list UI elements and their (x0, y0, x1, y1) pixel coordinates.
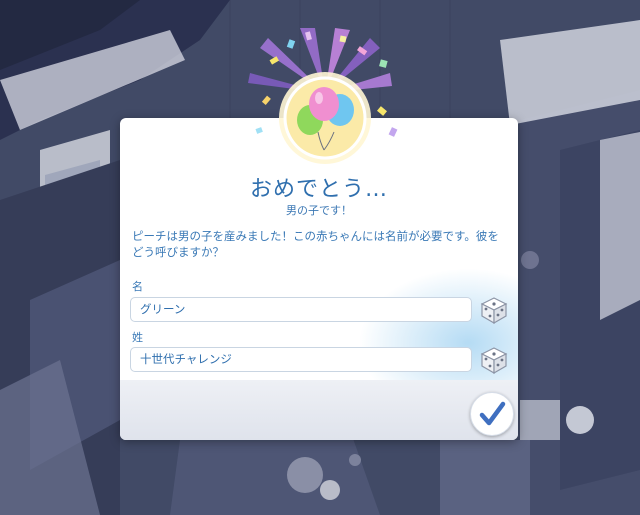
first-name-label: 名 (132, 280, 143, 293)
last-name-input[interactable]: 十世代チャレンジ (130, 347, 472, 372)
dialog-subtitle: 男の子です！ (286, 204, 352, 217)
last-name-label: 姓 (132, 331, 143, 344)
checkmark-icon (479, 401, 506, 426)
dialog-footer (120, 380, 518, 440)
balloons-emblem-icon (248, 28, 398, 164)
confirm-button[interactable] (470, 392, 514, 436)
randomize-last-name-dice-icon[interactable] (479, 345, 509, 375)
first-name-input[interactable]: グリーン (130, 297, 472, 322)
dialog-title: おめでとう… (249, 177, 388, 202)
randomize-first-name-dice-icon[interactable] (479, 295, 509, 325)
dialog-message: ピーチは男の子を産みました！この赤ちゃんには名前が必要です。彼をどう呼びますか？ (132, 229, 499, 259)
